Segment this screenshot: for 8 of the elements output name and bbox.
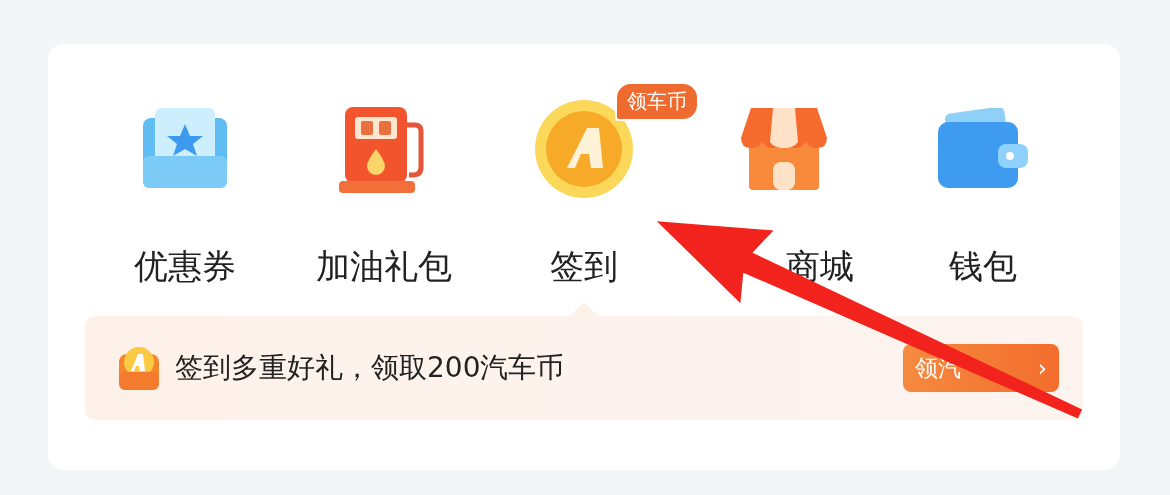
promo-text: 签到多重好礼，领取200汽车币 — [175, 350, 566, 386]
wallet-icon — [936, 108, 1031, 190]
coin-wallet-icon — [117, 344, 161, 392]
entry-label[interactable]: 优惠券 — [133, 246, 236, 286]
entry-label[interactable]: 加油礼包 — [316, 246, 453, 286]
entry-label[interactable]: 签到 — [550, 246, 618, 286]
entry-label[interactable]: 钱包 — [949, 246, 1018, 286]
reward-tag: 领车币 — [615, 82, 699, 121]
